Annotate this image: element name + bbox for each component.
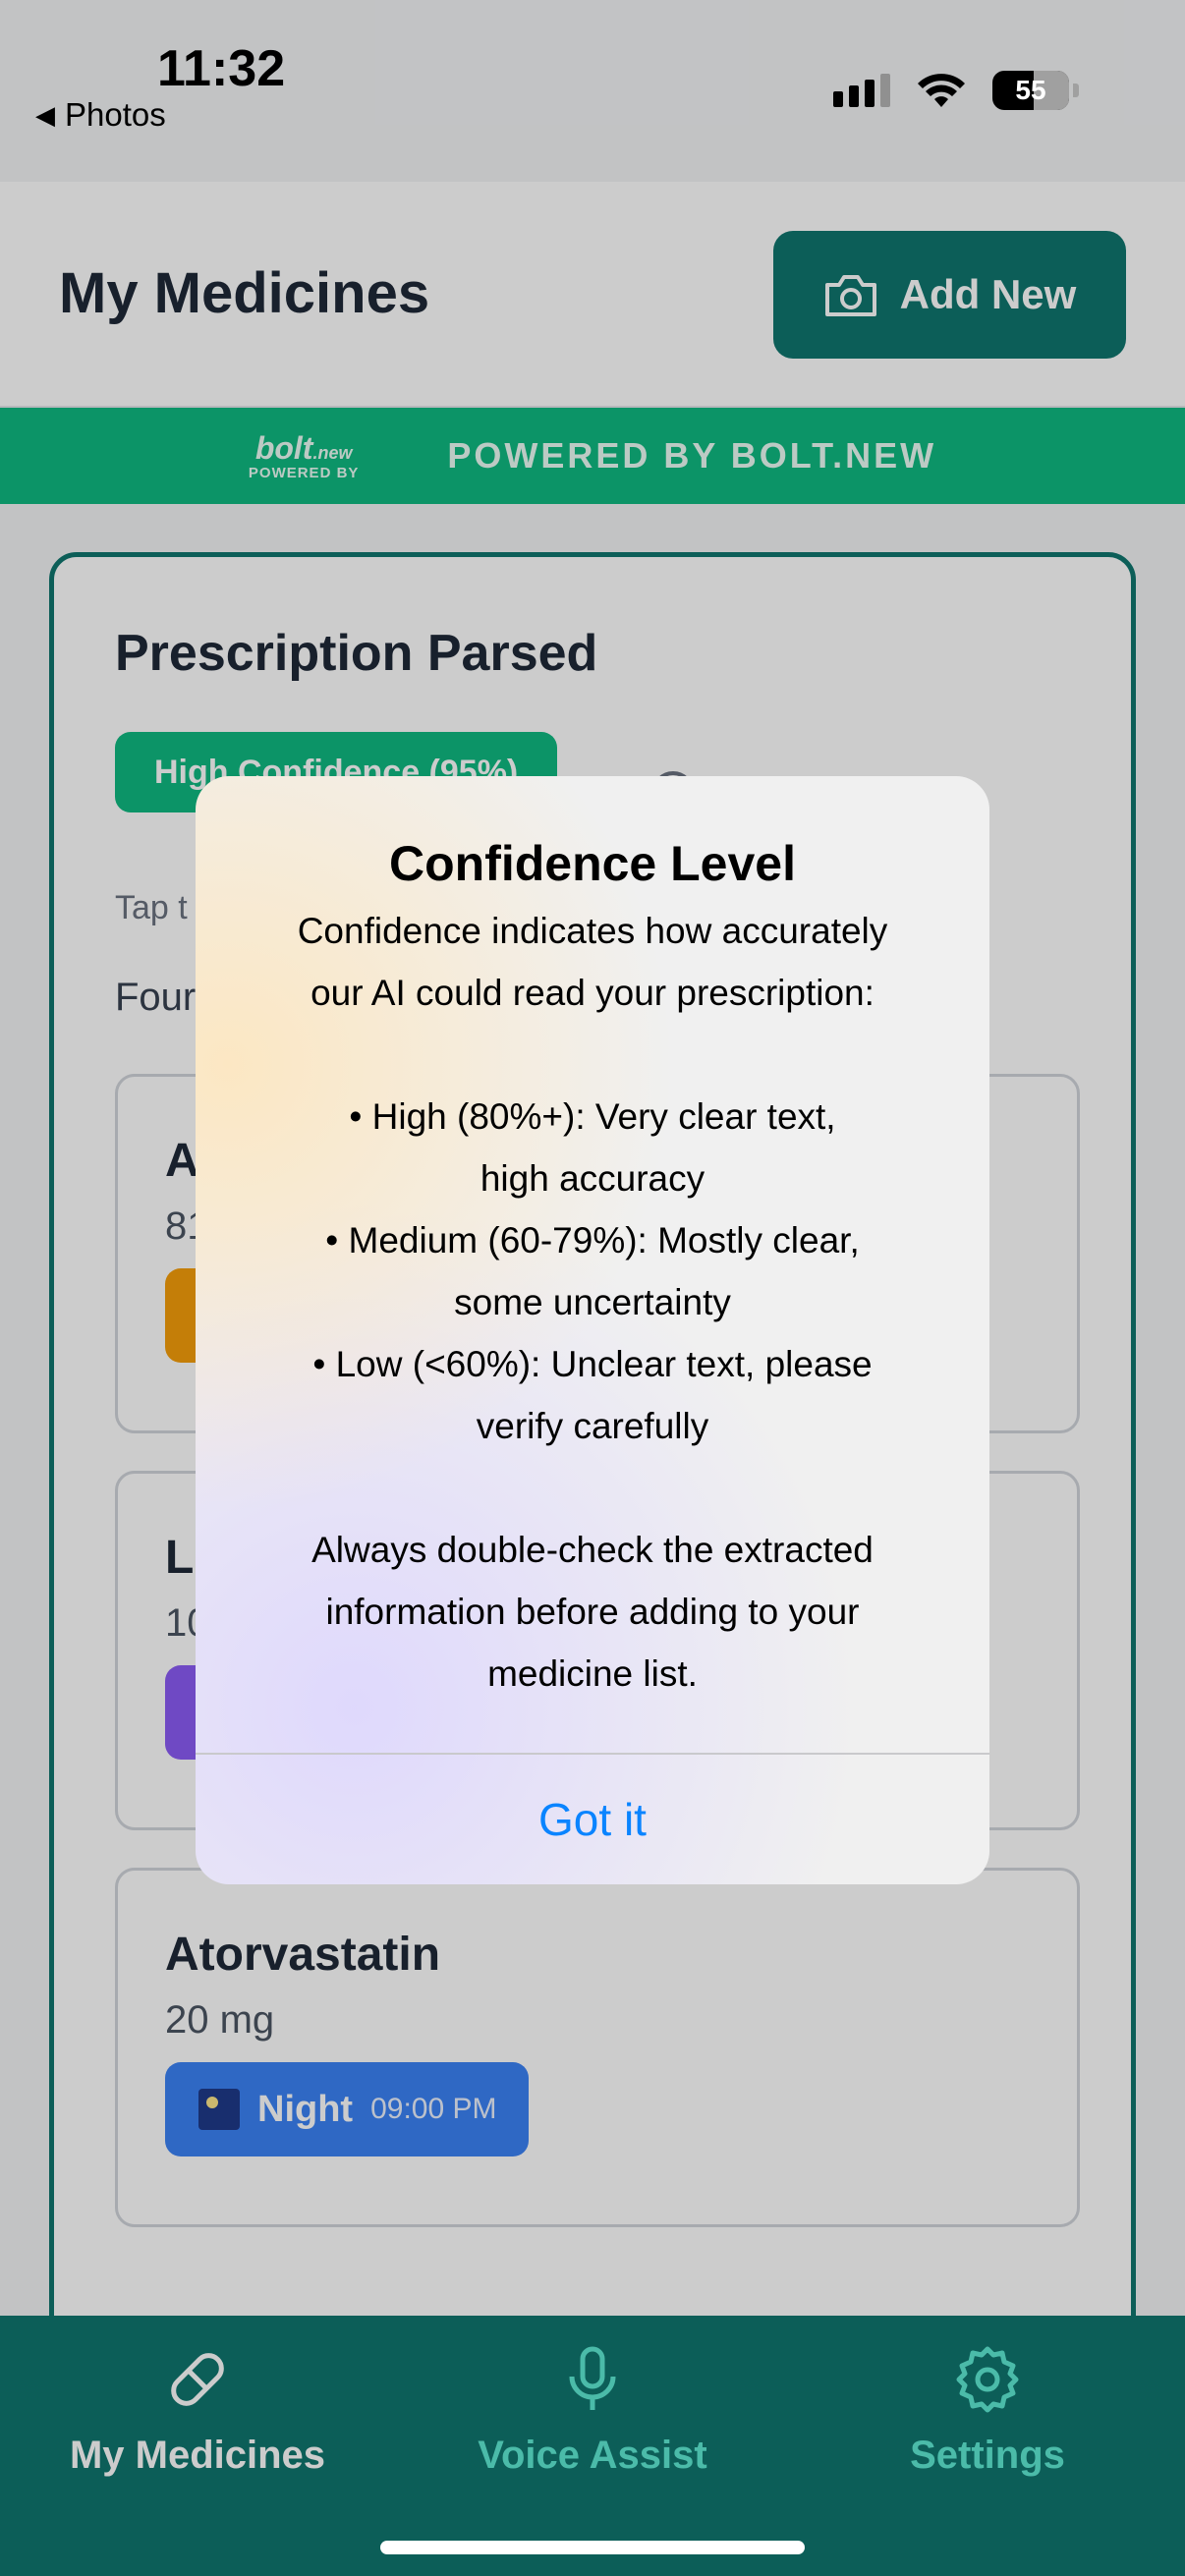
alert-line: Confidence indicates how accurately <box>297 911 888 951</box>
alert-title: Confidence Level <box>389 836 796 891</box>
got-it-button[interactable]: Got it <box>196 1755 989 1884</box>
alert-line: • Medium (60-79%): Mostly clear, <box>325 1220 860 1260</box>
alert-line: medicine list. <box>487 1653 698 1694</box>
alert-line: our AI could read your prescription: <box>310 973 875 1013</box>
alert-line: • Low (<60%): Unclear text, please <box>312 1344 873 1384</box>
alert-line <box>235 1024 950 1086</box>
confidence-alert-dialog: Confidence Level Confidence indicates ho… <box>196 776 989 1884</box>
alert-line <box>235 1457 950 1519</box>
alert-line: some uncertainty <box>454 1282 731 1322</box>
alert-message: Confidence indicates how accurately our … <box>235 900 950 1705</box>
alert-line: • High (80%+): Very clear text, <box>349 1096 836 1137</box>
alert-line: Always double-check the extracted <box>311 1530 874 1570</box>
alert-line: information before adding to your <box>325 1592 860 1632</box>
alert-line: high accuracy <box>480 1158 705 1199</box>
alert-line: verify carefully <box>476 1406 709 1446</box>
home-indicator[interactable] <box>380 2541 805 2554</box>
